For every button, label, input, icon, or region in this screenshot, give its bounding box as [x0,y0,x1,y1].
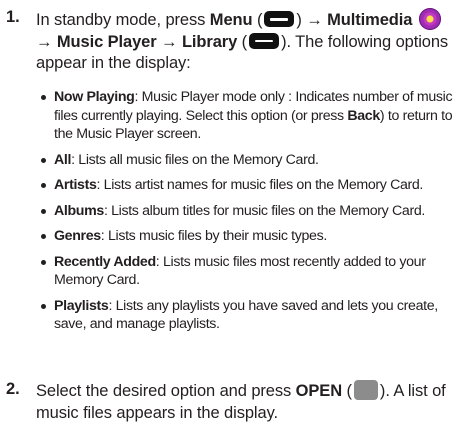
paren-3: ( [342,382,353,400]
option-term: All [54,151,72,168]
bullet-dot [41,157,46,163]
left-softkey-icon [264,11,295,27]
multimedia-label: Multimedia [327,11,413,29]
paren: ( [252,11,263,29]
option-term: Genres [54,228,101,244]
option-playlists: Playlists: Lists any playlists you have … [36,297,468,334]
ok-key-icon [353,380,378,400]
paren-arrow: ) → [296,11,328,29]
option-term: Recently Added [54,253,156,270]
bullet-dot [41,303,46,309]
bullet-dot [41,183,46,188]
option-term: Artists [54,177,97,193]
option-term: Albums [54,202,104,219]
option-desc: : Lists artist names for music files on … [96,177,424,193]
library-label: Library [181,32,238,51]
option-now-playing: Now Playing: Music Player mode only : In… [36,88,468,144]
option-genres: Genres: Lists music files by their music… [36,227,468,246]
option-term: Playlists [54,297,109,314]
option-artists: Artists: Lists artist names for music fi… [36,176,468,195]
bullet-dot [41,95,46,100]
back-label: Back [347,107,380,124]
option-albums: Albums: Lists album titles for music fil… [36,202,468,221]
option-desc: : Lists any playlists you have saved and… [54,297,438,333]
paren-2: ( [237,32,248,51]
bullet-dot [41,208,46,214]
arrow: → [36,32,57,51]
option-recently-added: Recently Added: Lists music files most r… [36,253,468,290]
step-2-text-a: Select the desired option and press [36,382,296,400]
options-list: Now Playing: Music Player mode only : In… [36,88,468,341]
step-1-text: In standby mode, press Menu ( ) → Multime… [36,8,468,75]
right-softkey-icon [249,32,280,49]
arrow-2: → [156,32,182,51]
step-1-text-a: In standby mode, press [36,11,210,29]
option-desc: : Lists album titles for music files on … [103,202,425,219]
bullet-dot [41,259,46,265]
option-desc: : Lists music files by their music types… [100,228,327,244]
menu-label: Menu [209,11,253,29]
step-1-number: 1. [6,8,20,26]
option-term: Now Playing [54,89,135,105]
step-2-number: 2. [6,380,20,398]
music-player-label: Music Player [56,32,157,51]
option-desc: : Lists all music files on the Memory Ca… [71,151,319,168]
open-label: OPEN [295,382,343,400]
step-2-text: Select the desired option and press OPEN… [36,380,468,424]
multimedia-disc-icon [418,8,441,30]
option-all: All: Lists all music files on the Memory… [36,151,468,170]
bullet-dot [41,234,46,239]
